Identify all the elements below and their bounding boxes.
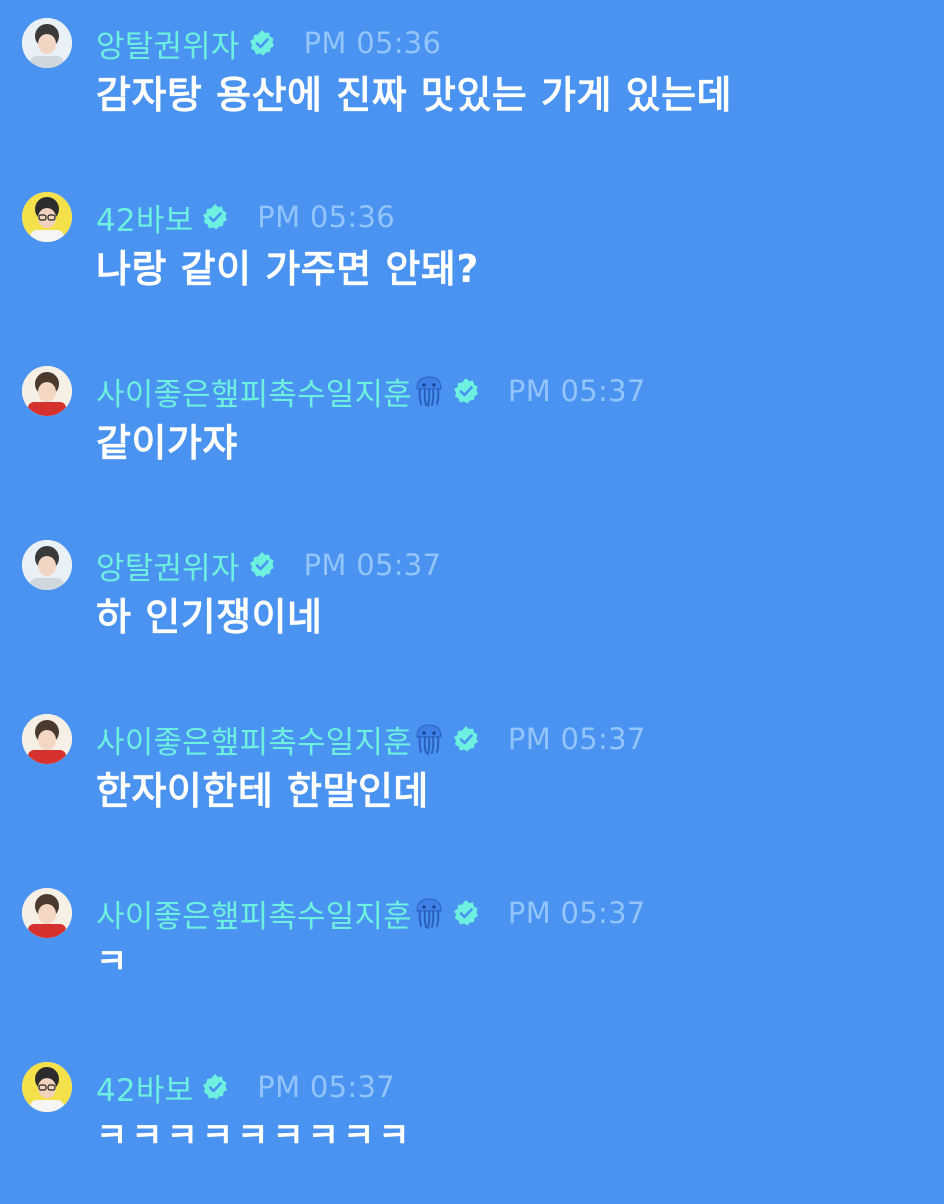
verified-badge-icon [201,1073,229,1101]
message-text: 감자탕 용산에 진짜 맛있는 가게 있는데 [96,73,733,117]
chat-message: 앙탈권위자 PM 05:36 감자탕 용산에 진짜 맛있는 가게 있는데 [0,0,944,160]
message-text: ㅋㅋㅋㅋㅋㅋㅋㅋㅋ [96,1116,414,1156]
verified-badge-icon [248,29,276,57]
verified-badge-icon [201,203,229,231]
message-timestamp: PM 05:37 [303,548,442,582]
message-text: 나랑 같이 가주면 안돼? [96,247,479,291]
avatar-c-icon [22,714,72,764]
message-header: 앙탈권위자 PM 05:36 [96,18,441,68]
message-text: 한자이한테 한말인데 [96,769,429,813]
message-header: 앙탈권위자 PM 05:37 [96,540,441,590]
avatar-a-icon [22,18,72,68]
user-avatar[interactable] [22,1062,72,1112]
avatar-c-icon [22,366,72,416]
jellyfish-emoji-icon [414,722,444,756]
avatar-a-icon [22,540,72,590]
user-avatar[interactable] [22,366,72,416]
verified-badge-icon [452,725,480,753]
message-text: 하 인기쟁이네 [96,595,323,639]
message-text: ㅋ [96,942,132,982]
jellyfish-emoji-icon [414,374,444,408]
user-avatar[interactable] [22,540,72,590]
message-header: 사이좋은햎피촉수일지훈 PM 05:37 [96,714,646,764]
avatar-b-icon [22,1062,72,1112]
user-avatar[interactable] [22,714,72,764]
username[interactable]: 앙탈권위자 [96,543,240,588]
username[interactable]: 사이좋은햎피촉수일지훈 [96,717,412,762]
chat-message: 앙탈권위자 PM 05:37 하 인기쟁이네 [0,522,944,682]
user-avatar[interactable] [22,18,72,68]
chat-message: 사이좋은햎피촉수일지훈 PM 05:37 ㅋ [0,870,944,1030]
message-timestamp: PM 05:36 [303,26,442,60]
message-header: 사이좋은햎피촉수일지훈 PM 05:37 [96,888,646,938]
verified-badge-icon [452,377,480,405]
username[interactable]: 사이좋은햎피촉수일지훈 [96,891,412,936]
username[interactable]: 앙탈권위자 [96,21,240,66]
message-header: 사이좋은햎피촉수일지훈 PM 05:37 [96,366,646,416]
message-timestamp: PM 05:36 [257,200,395,234]
avatar-b-icon [22,192,72,242]
user-avatar[interactable] [22,192,72,242]
username[interactable]: 42바보 [96,1065,193,1110]
chat-message: 사이좋은햎피촉수일지훈 PM 05:37 한자이한테 한말인데 [0,696,944,856]
message-timestamp: PM 05:37 [257,1070,395,1104]
jellyfish-emoji-icon [414,896,444,930]
verified-badge-icon [248,551,276,579]
message-header: 42바보 PM 05:36 [96,192,395,242]
chat-message-list: 앙탈권위자 PM 05:36 감자탕 용산에 진짜 맛있는 가게 있는데 42바… [0,0,944,1200]
message-timestamp: PM 05:37 [507,722,646,756]
message-timestamp: PM 05:37 [507,896,646,930]
chat-message: 42바보 PM 05:36 나랑 같이 가주면 안돼? [0,174,944,334]
username[interactable]: 사이좋은햎피촉수일지훈 [96,369,412,414]
user-avatar[interactable] [22,888,72,938]
avatar-c-icon [22,888,72,938]
chat-message: 사이좋은햎피촉수일지훈 PM 05:37 같이가쟈 [0,348,944,508]
message-header: 42바보 PM 05:37 [96,1062,395,1112]
chat-message: 42바보 PM 05:37 ㅋㅋㅋㅋㅋㅋㅋㅋㅋ [0,1044,944,1204]
message-timestamp: PM 05:37 [507,374,646,408]
verified-badge-icon [452,899,480,927]
username[interactable]: 42바보 [96,195,193,240]
message-text: 같이가쟈 [96,421,238,465]
